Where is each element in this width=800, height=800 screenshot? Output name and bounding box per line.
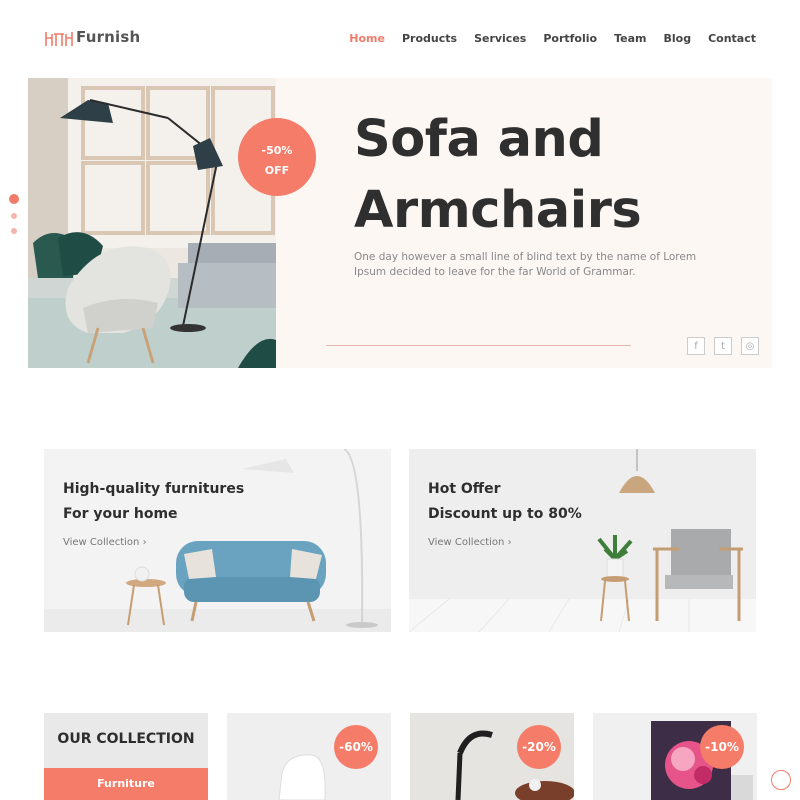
nav-team[interactable]: Team [614,32,646,45]
view-collection-link[interactable]: View Collection › [428,537,512,548]
twitter-icon[interactable]: t [714,337,732,355]
hero-title-line2: Armchairs [354,175,642,246]
discount-badge: -60% [334,725,378,769]
slider-dot-2[interactable] [11,213,17,219]
promo-title-line2: Discount up to 80% [428,506,582,522]
collection-title: OUR COLLECTION [57,731,195,747]
brand-name: Furnish [76,28,141,46]
collection-header: OUR COLLECTION Furniture [44,713,208,800]
slider-dot-3[interactable] [11,228,17,234]
promo-title-line1: Hot Offer [428,481,501,497]
collection-tab-furniture[interactable]: Furniture [44,768,208,800]
main-nav: Home Products Services Portfolio Team Bl… [332,32,756,45]
product-card[interactable]: -10% [593,713,757,800]
discount-value: -50% [261,144,293,157]
chevron-right-icon: › [142,537,147,548]
facebook-icon[interactable]: f [687,337,705,355]
slider-pagination [9,194,19,243]
discount-badge: -20% [517,725,561,769]
nav-products[interactable]: Products [402,32,457,45]
nav-contact[interactable]: Contact [708,32,756,45]
discount-label: OFF [264,164,290,177]
hero-title-word-and: and [497,110,604,169]
discount-badge: -50% OFF [238,118,316,196]
instagram-icon[interactable]: ◎ [741,337,759,355]
nav-home[interactable]: Home [349,32,385,45]
hero-title: Sofa and Armchairs [354,104,642,246]
product-card[interactable]: -60% [227,713,391,800]
view-collection-label: View Collection [428,537,505,548]
hero-description: One day however a small line of blind te… [354,251,697,278]
chevron-right-icon: › [507,537,512,548]
promo-card-hot-offer[interactable]: Hot Offer Discount up to 80% View Collec… [409,449,756,632]
site-header: Furnish Home Products Services Portfolio… [0,0,800,78]
chair-table-logo-icon [45,32,73,46]
nav-services[interactable]: Services [474,32,526,45]
hero-title-word-sofa: Sofa [354,104,481,175]
product-card[interactable]: -20% [410,713,574,800]
promo-card-quality[interactable]: High-quality furnitures For your home Vi… [44,449,391,632]
promo-title: Hot Offer Discount up to 80% [428,477,582,527]
brand-logo[interactable]: Furnish [44,26,140,48]
hero-slider: -50% OFF Sofa and Armchairs One day howe… [28,78,772,368]
promo-title-line1: High-quality furnitures [63,481,245,497]
scroll-to-top-button[interactable] [771,770,791,790]
promo-title-line2: For your home [63,506,178,522]
nav-portfolio[interactable]: Portfolio [543,32,597,45]
hero-image [28,78,276,368]
view-collection-label: View Collection [63,537,140,548]
social-links: f t ◎ [687,337,759,355]
view-collection-link[interactable]: View Collection › [63,537,147,548]
promo-title: High-quality furnitures For your home [63,477,244,527]
hero-divider [326,345,631,346]
nav-blog[interactable]: Blog [663,32,691,45]
discount-badge: -10% [700,725,744,769]
slider-dot-1[interactable] [9,194,19,204]
